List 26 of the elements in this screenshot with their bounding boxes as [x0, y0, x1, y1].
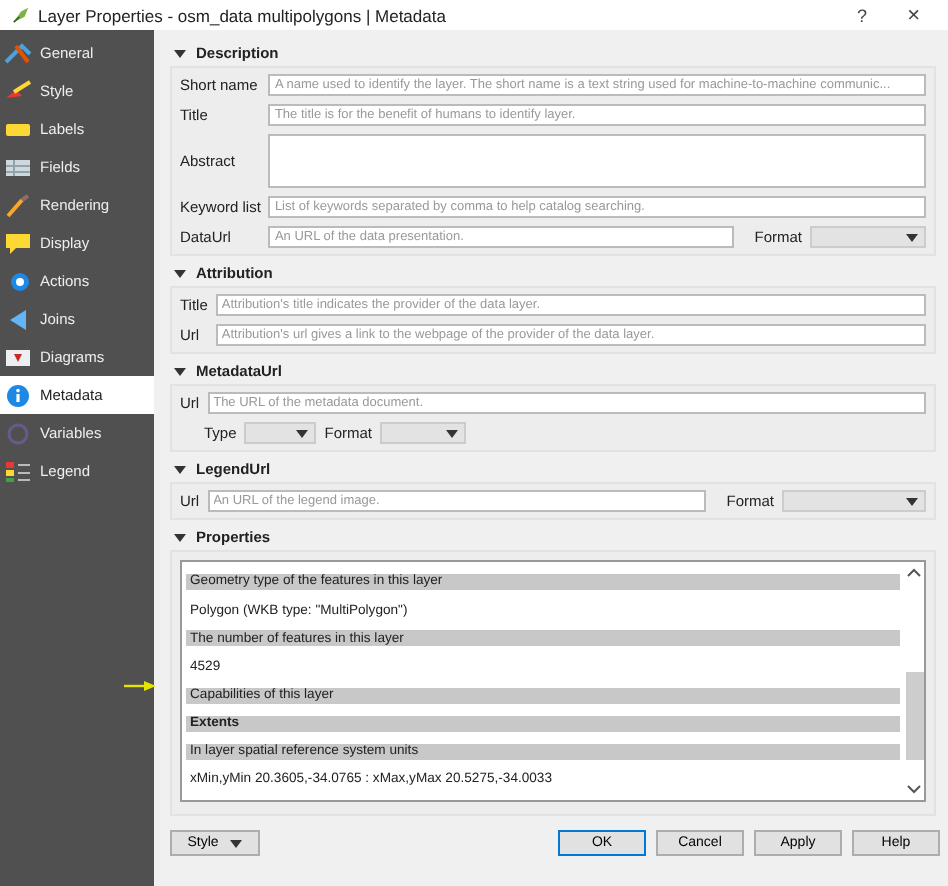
info-icon: [4, 383, 32, 407]
speech-bubble-icon: [4, 231, 32, 255]
collapse-triangle-icon[interactable]: [174, 531, 186, 543]
help-button[interactable]: ?: [841, 5, 884, 25]
table-icon: [4, 155, 32, 179]
window-title: Layer Properties - osm_data multipolygons | Metadata: [38, 5, 448, 25]
collapse-triangle-icon[interactable]: [174, 463, 186, 475]
collapse-triangle-icon[interactable]: [174, 47, 186, 59]
scroll-up-icon[interactable]: [906, 568, 922, 578]
caret-icon: [446, 429, 459, 437]
caret-icon: [296, 429, 309, 437]
caret-icon: [230, 839, 243, 847]
legend-icon: [4, 459, 32, 483]
arrow-drawing: [124, 680, 156, 692]
type-dropdown[interactable]: [244, 422, 317, 444]
collapse-triangle-icon[interactable]: [174, 365, 186, 377]
format-dropdown[interactable]: [380, 422, 467, 444]
paintbrush-icon: [4, 193, 32, 217]
caret-icon: [906, 233, 918, 241]
caret-icon: [906, 497, 918, 505]
close-button[interactable]: ×: [891, 3, 936, 27]
app-icon: [12, 6, 30, 24]
chart-icon: [4, 345, 32, 369]
brush-icon: [4, 79, 32, 103]
collapse-triangle-icon[interactable]: [174, 267, 186, 279]
scroll-down-icon[interactable]: [906, 784, 922, 794]
